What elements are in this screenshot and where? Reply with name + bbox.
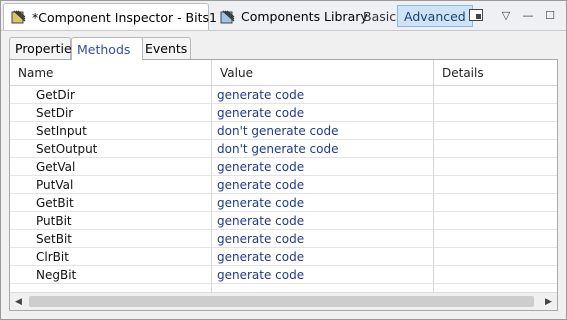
tab-component-inspector[interactable]: *Component Inspector - Bits1 ⊠ [3,3,232,30]
tab-component-inspector-label: *Component Inspector - Bits1 [32,9,217,25]
method-name: SetBit [36,231,72,246]
view-tab-bar: *Component Inspector - Bits1 ⊠ Component… [1,1,566,31]
method-name: NegBit [36,267,77,282]
column-header-value[interactable]: Value [211,60,433,86]
tab-components-library[interactable]: Components Library [213,3,368,30]
method-value[interactable]: don't generate code [217,140,339,157]
table-row[interactable]: GetBit generate code [10,194,557,212]
scroll-right-arrow-icon[interactable]: ▶ [540,293,557,310]
methods-table: Name Value Details GetDir generate code … [9,59,558,311]
method-value[interactable]: generate code [217,230,304,247]
component-inspector-window: *Component Inspector - Bits1 ⊠ Component… [0,0,567,320]
toggle-layout-icon[interactable] [467,6,485,24]
table-row[interactable]: PutVal generate code [10,176,557,194]
column-header-name[interactable]: Name [10,60,211,86]
method-value[interactable]: generate code [217,104,304,121]
method-value[interactable]: generate code [217,194,304,211]
column-header-details[interactable]: Details [433,60,557,86]
table-row[interactable]: NegBit generate code [10,266,557,284]
table-row[interactable]: SetBit generate code [10,230,557,248]
method-name: PutVal [36,177,74,192]
method-value[interactable]: generate code [217,266,304,283]
horizontal-scrollbar[interactable]: ◀ ▶ [10,292,557,310]
method-name: GetVal [36,159,76,174]
method-value[interactable]: don't generate code [217,122,339,139]
table-row[interactable]: SetOutput don't generate code [10,140,557,158]
scroll-left-arrow-icon[interactable]: ◀ [10,293,27,310]
table-row[interactable]: ClrBit generate code [10,248,557,266]
table-header: Name Value Details [10,60,557,86]
view-menu-icon[interactable]: ▽ [497,6,515,24]
method-name: GetBit [36,195,74,210]
method-name: ClrBit [36,249,69,264]
method-value[interactable]: generate code [217,248,304,265]
method-value[interactable]: generate code [217,176,304,193]
method-value[interactable]: generate code [217,212,304,229]
method-value[interactable]: generate code [217,158,304,175]
basic-mode-button[interactable]: Basic [357,5,402,27]
tab-properties[interactable]: Properties [9,37,78,59]
advanced-mode-button[interactable]: Advanced [397,5,473,27]
component-inspector-icon [10,9,28,25]
tab-methods[interactable]: Methods [71,37,143,60]
table-row[interactable]: SetInput don't generate code [10,122,557,140]
components-library-icon [219,9,237,25]
table-row[interactable]: GetVal generate code [10,158,557,176]
method-name: SetOutput [36,141,98,156]
scrollbar-thumb[interactable] [29,296,534,307]
method-name: PutBit [36,213,72,228]
table-row[interactable]: PutBit generate code [10,212,557,230]
method-value[interactable]: generate code [217,86,304,103]
minimize-icon[interactable]: — [519,6,537,24]
method-name: SetInput [36,123,87,138]
method-name: SetDir [36,105,74,120]
method-name: GetDir [36,87,75,102]
table-row[interactable]: GetDir generate code [10,86,557,104]
tab-components-library-label: Components Library [241,9,368,24]
table-body: GetDir generate code SetDir generate cod… [10,86,557,284]
table-row[interactable]: SetDir generate code [10,104,557,122]
maximize-icon[interactable]: ☐ [541,6,559,24]
tab-events[interactable]: Events [139,37,191,59]
